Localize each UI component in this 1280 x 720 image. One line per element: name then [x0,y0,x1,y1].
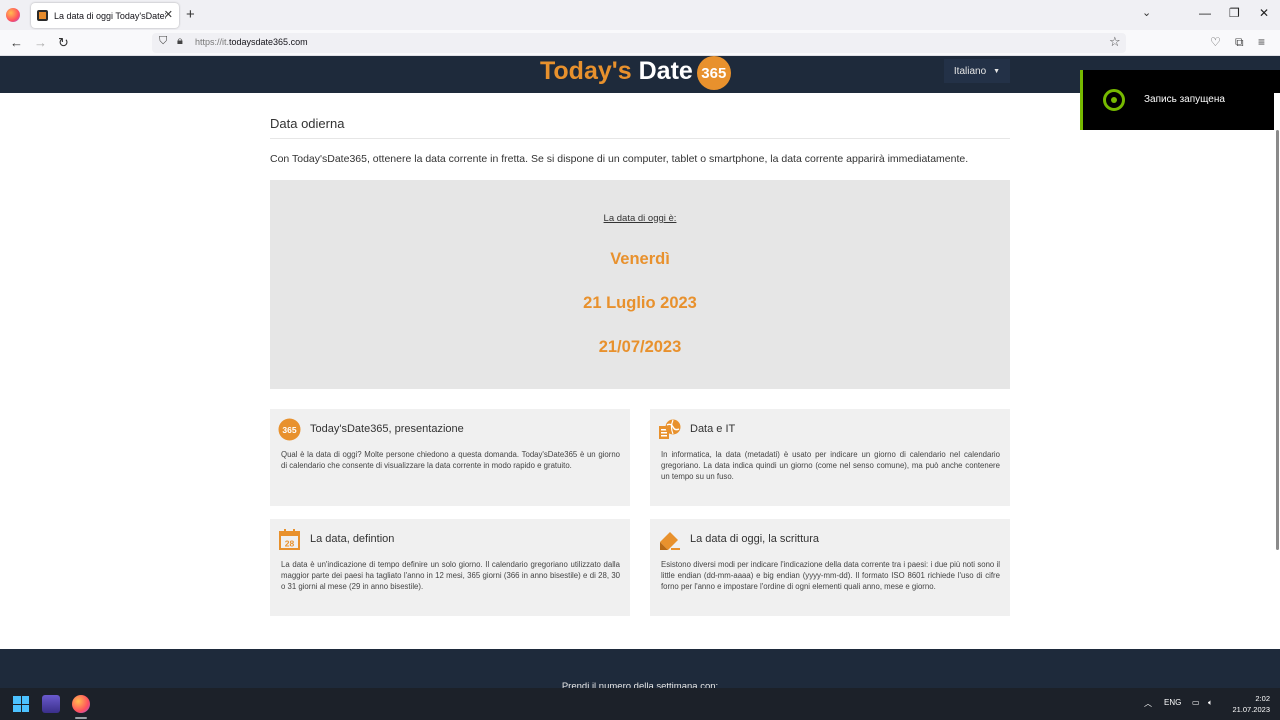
clock-time: 2:02 [1255,694,1270,703]
card-body: Qual è la data di oggi? Molte persone ch… [281,450,620,470]
recording-notification: Запись запущена [1080,70,1280,130]
clock-date: 21.07.2023 [1232,705,1270,714]
speaker-icon[interactable]: 🔈︎ [1208,698,1213,708]
new-tab-icon[interactable]: + [186,6,195,23]
windows-start-icon[interactable] [13,696,29,712]
input-language[interactable]: ENG [1164,698,1181,707]
calendar-28-text: 28 [285,539,295,549]
caret-down-icon: ▼ [993,67,1001,75]
browser-nav-bar: ← → ↻ ⛉ 🔒︎ https://it.todaysdate365.com … [0,30,1280,56]
browser-tab-bar: La data di oggi Today'sDate365 ✕ + ⌄ — ❐… [0,0,1280,30]
today-date-panel: La data di oggi è: Venerdì 21 Luglio 202… [270,180,1010,389]
card-body: La data è un'indicazione di tempo defini… [281,560,620,591]
active-app-indicator [75,717,87,719]
windows-taskbar: ︿ ENG ▭ 🔈︎ 2:02 21.07.2023 [0,688,1280,720]
tray-chevron-up-icon[interactable]: ︿ [1144,698,1152,709]
footer-text: Prendi il numero della settimana con: [561,681,719,688]
card-title: La data, defintion [310,533,395,545]
site-favicon-icon [37,10,48,21]
recording-icon [1103,89,1125,111]
site-logo[interactable]: Today's Date 365 [540,56,731,90]
language-dropdown[interactable]: Italiano ▼ [944,59,1010,83]
page-scrollbar-thumb[interactable] [1276,130,1279,550]
firefox-menu-icon[interactable] [6,8,20,22]
forward-arrow-icon[interactable]: → [34,35,47,50]
calendar-28-icon: 28 [279,529,300,550]
page-title: Data odierna [270,116,345,131]
globe-document-icon [659,419,681,439]
pencil-writing-icon [660,532,680,550]
language-label: Italiano [953,65,987,77]
badge-365-icon: 365 [278,418,301,441]
firefox-taskbar-icon[interactable] [72,695,90,713]
reload-icon[interactable]: ↻ [58,35,69,51]
browser-tab-active[interactable]: La data di oggi Today'sDate365 ✕ [31,3,179,28]
card-title: La data di oggi, la scrittura [690,533,820,545]
restore-window-icon[interactable]: ❐ [1229,6,1240,20]
network-icon[interactable]: ▭ [1192,698,1200,707]
logo-today-text: Today's [540,56,632,85]
site-footer: Prendi il numero della settimana con: [0,649,1280,688]
pocket-icon[interactable]: ♡ [1210,35,1221,49]
system-clock[interactable]: 2:02 21.07.2023 [1228,693,1270,715]
short-date-text: 21/07/2023 [598,338,682,356]
title-divider [270,138,1010,139]
badge-365-text: 365 [282,425,296,435]
logo-365-badge: 365 [696,56,731,90]
card-title: Data e IT [690,423,736,435]
tab-title: La data di oggi Today'sDate365 [54,10,166,21]
card-definizione: 28 La data, defintion La data è un'indic… [270,519,630,616]
logo-date-text: Date [638,56,693,85]
url-text[interactable]: https://it.todaysdate365.com [195,37,308,47]
long-date-text: 21 Luglio 2023 [583,294,697,312]
address-bar[interactable]: ⛉ 🔒︎ https://it.todaysdate365.com ☆ [152,33,1126,53]
intro-paragraph: Con Today'sDate365, ottenere la data cor… [270,153,969,165]
weekday-text: Venerdì [610,250,670,268]
date-caption: La data di oggi è: [603,213,677,224]
minimize-window-icon[interactable]: — [1199,6,1211,20]
recording-text: Запись запущена [1144,94,1225,105]
card-title: Today'sDate365, presentazione [310,423,464,435]
card-data-e-it: Data e IT In informatica, la data (metad… [650,409,1010,506]
padlock-icon[interactable]: 🔒︎ [177,35,183,48]
hamburger-menu-icon[interactable]: ≡ [1258,35,1265,49]
card-scrittura: La data di oggi, la scrittura Esistono d… [650,519,1010,616]
card-body: Esistono diversi modi per indicare l'ind… [661,560,1000,591]
extensions-icon[interactable]: ⧉ [1235,35,1244,50]
close-tab-icon[interactable]: ✕ [164,8,173,21]
card-body: In informatica, la data (metadati) è usa… [661,450,1000,481]
bookmark-star-icon[interactable]: ☆ [1109,34,1121,50]
list-all-tabs-icon[interactable]: ⌄ [1142,6,1151,19]
card-presentazione: 365 Today'sDate365, presentazione Qual è… [270,409,630,506]
tracking-shield-icon[interactable]: ⛉ [159,35,167,48]
back-arrow-icon[interactable]: ← [10,35,23,50]
save-app-icon[interactable] [42,695,60,713]
close-window-icon[interactable]: ✕ [1259,6,1269,20]
